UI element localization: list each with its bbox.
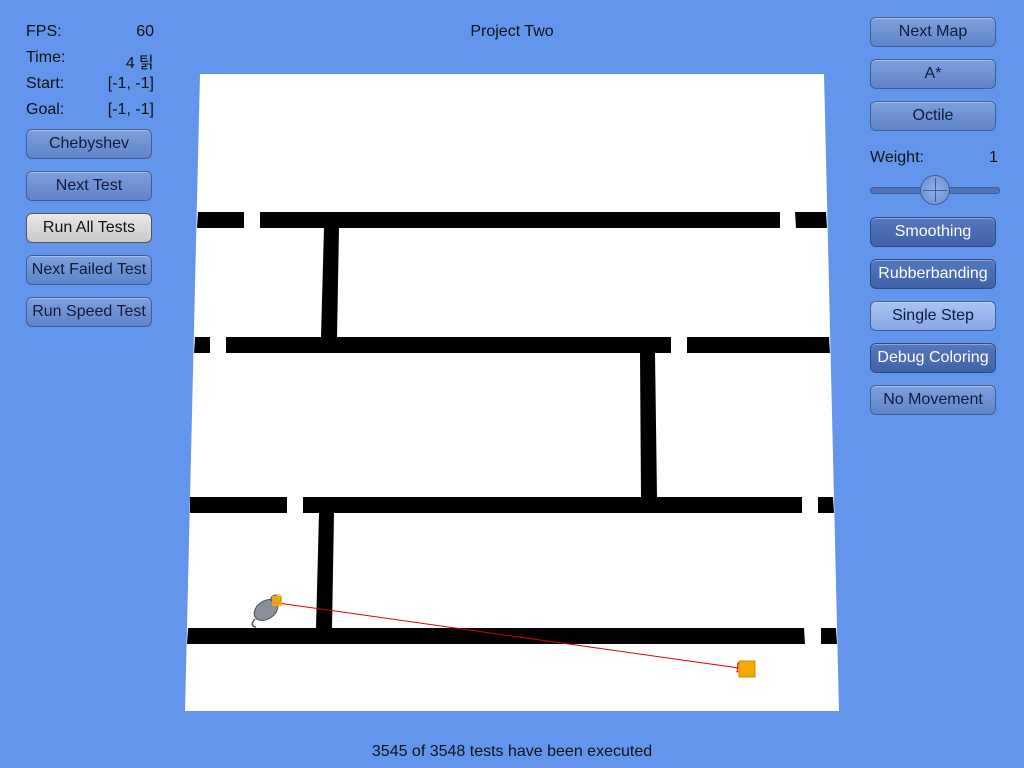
time-label: Time:: [26, 49, 66, 66]
start-value: [-1, -1]: [107, 75, 154, 92]
next-map-button[interactable]: Next Map: [870, 17, 996, 47]
time-value: 4 틹: [125, 55, 154, 72]
wall-segment: [226, 337, 671, 353]
page-title: Project Two: [470, 23, 554, 40]
weight-value: 1: [989, 149, 998, 166]
wall-segment: [260, 212, 780, 228]
fps-stat: FPS: 60: [26, 23, 154, 43]
weight-label: Weight:: [870, 149, 924, 166]
goal-value: [-1, -1]: [107, 101, 154, 118]
no-movement-toggle[interactable]: No Movement: [870, 385, 996, 415]
weight-slider-thumb[interactable]: [920, 175, 950, 205]
wall-segment: [821, 628, 837, 644]
map-floor: [185, 74, 839, 711]
goal-label: Goal:: [26, 101, 65, 118]
start-stat: Start: [-1, -1]: [26, 75, 154, 95]
fps-label: FPS:: [26, 23, 62, 40]
rubberbanding-toggle[interactable]: Rubberbanding: [870, 259, 996, 289]
next-failed-test-button[interactable]: Next Failed Test: [26, 255, 152, 285]
wall-segment: [795, 212, 827, 228]
goal-marker-icon: [738, 660, 756, 678]
path-line: [277, 602, 747, 670]
next-test-button[interactable]: Next Test: [26, 171, 152, 201]
test-status-text: 3545 of 3548 tests have been executed: [371, 743, 653, 760]
wall-segment: [316, 513, 334, 628]
weight-slider[interactable]: [870, 175, 1000, 205]
path-arrowhead: [736, 662, 750, 673]
wall-segment: [303, 497, 802, 513]
fps-value: 60: [136, 23, 154, 40]
rat-agent-icon: [251, 594, 282, 628]
distance-button[interactable]: Octile: [870, 101, 996, 131]
goal-stat: Goal: [-1, -1]: [26, 101, 154, 121]
start-label: Start:: [26, 75, 65, 92]
heuristic-button[interactable]: Chebyshev: [26, 129, 152, 159]
run-speed-test-button[interactable]: Run Speed Test: [26, 297, 152, 327]
algorithm-button[interactable]: A*: [870, 59, 996, 89]
smoothing-toggle[interactable]: Smoothing: [870, 217, 996, 247]
debug-coloring-toggle[interactable]: Debug Coloring: [870, 343, 996, 373]
wall-segment: [190, 497, 287, 513]
wall-segment: [687, 337, 830, 353]
wall-segment: [197, 212, 244, 228]
wall-segment: [321, 228, 339, 337]
run-all-tests-button[interactable]: Run All Tests: [26, 213, 152, 243]
single-step-toggle[interactable]: Single Step: [870, 301, 996, 331]
time-stat: Time: 4 틹: [26, 49, 154, 72]
wall-segment: [187, 628, 805, 644]
wall-segment: [194, 337, 210, 353]
wall-segment: [640, 353, 657, 497]
wall-segment: [818, 497, 834, 513]
